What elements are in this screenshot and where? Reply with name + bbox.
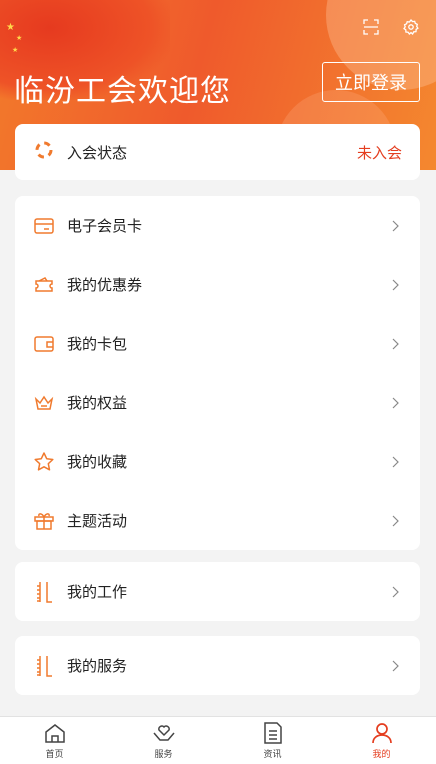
- scan-icon[interactable]: [362, 18, 380, 36]
- flag-star-icon: ★: [6, 22, 15, 33]
- menu-item-label: 我的收藏: [67, 453, 128, 471]
- chevron-right-icon: [390, 514, 400, 528]
- tab-home[interactable]: 首页: [0, 717, 109, 764]
- flag-star-icon: ★: [12, 46, 19, 54]
- menu-group-service: 我的服务: [15, 636, 420, 695]
- settings-gear-icon[interactable]: [402, 18, 420, 36]
- menu-item-label: 我的卡包: [67, 335, 128, 353]
- login-button[interactable]: 立即登录: [322, 62, 420, 102]
- tab-news[interactable]: 资讯: [218, 717, 327, 764]
- menu-item-wallet[interactable]: 我的卡包: [15, 314, 420, 373]
- star-icon: [33, 451, 55, 473]
- notebook-icon: [33, 655, 55, 677]
- menu-item-favorites[interactable]: 我的收藏: [15, 432, 420, 491]
- home-icon: [43, 721, 67, 745]
- menu-item-my-work[interactable]: 我的工作: [15, 562, 420, 621]
- chevron-right-icon: [390, 396, 400, 410]
- chevron-right-icon: [390, 585, 400, 599]
- member-card-icon: [33, 215, 55, 237]
- chevron-right-icon: [390, 278, 400, 292]
- lifebuoy-icon: [35, 141, 53, 163]
- menu-item-label: 主题活动: [67, 512, 128, 530]
- menu-group-work: 我的工作: [15, 562, 420, 621]
- membership-status-card[interactable]: 入会状态 未入会: [15, 124, 420, 180]
- menu-item-member-card[interactable]: 电子会员卡: [15, 196, 420, 255]
- tab-label: 资讯: [263, 750, 282, 760]
- menu-item-label: 我的优惠券: [67, 276, 143, 294]
- coupon-icon: [33, 274, 55, 296]
- welcome-title: 临汾工会欢迎您: [14, 74, 231, 109]
- notebook-icon: [33, 581, 55, 603]
- menu-item-activities[interactable]: 主题活动: [15, 491, 420, 550]
- person-icon: [370, 721, 394, 745]
- wallet-icon: [33, 333, 55, 355]
- menu-group-main: 电子会员卡 我的优惠券 我的卡包 我的权益 我的收藏 主题活动: [15, 196, 420, 550]
- tab-label: 我的: [372, 750, 391, 760]
- heart-hand-icon: [152, 721, 176, 745]
- tab-services[interactable]: 服务: [109, 717, 218, 764]
- chevron-right-icon: [390, 337, 400, 351]
- chevron-right-icon: [390, 219, 400, 233]
- flag-star-icon: ★: [16, 34, 23, 42]
- tab-label: 首页: [45, 750, 64, 760]
- tab-mine[interactable]: 我的: [327, 717, 436, 764]
- gift-icon: [33, 510, 55, 532]
- membership-status-value: 未入会: [356, 143, 402, 162]
- chevron-right-icon: [390, 455, 400, 469]
- crown-icon: [33, 392, 55, 414]
- menu-item-label: 我的工作: [67, 583, 128, 601]
- menu-item-label: 电子会员卡: [67, 217, 143, 235]
- bottom-tab-bar: 首页 服务 资讯 我的: [0, 716, 436, 764]
- menu-item-my-service[interactable]: 我的服务: [15, 636, 420, 695]
- menu-item-label: 我的权益: [67, 394, 128, 412]
- news-icon: [261, 721, 285, 745]
- membership-status-label: 入会状态: [67, 143, 128, 162]
- tab-label: 服务: [154, 750, 173, 760]
- menu-item-label: 我的服务: [67, 657, 128, 675]
- menu-item-benefits[interactable]: 我的权益: [15, 373, 420, 432]
- menu-item-coupons[interactable]: 我的优惠券: [15, 255, 420, 314]
- chevron-right-icon: [390, 659, 400, 673]
